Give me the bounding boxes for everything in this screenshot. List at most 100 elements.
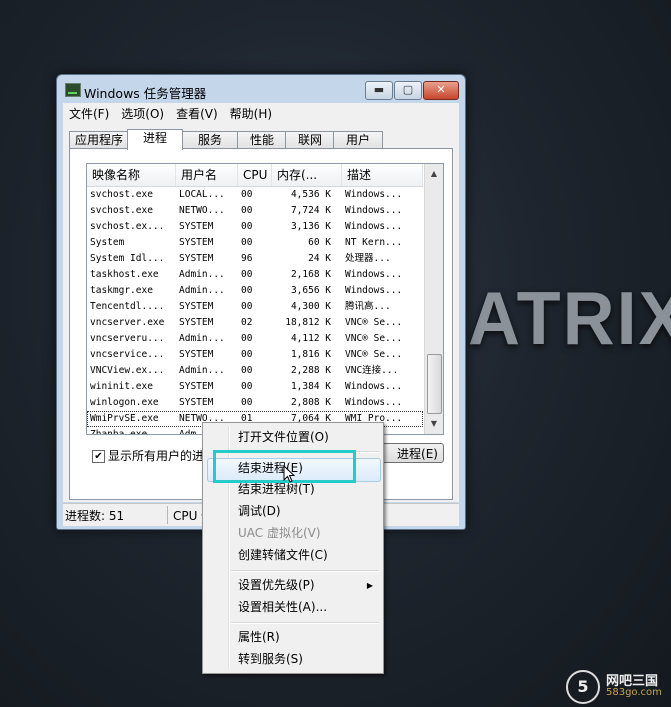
cell-image-name: Tencentdl.... <box>90 301 165 312</box>
status-separator <box>167 506 168 524</box>
col-description[interactable]: 描述 <box>342 164 423 186</box>
cell-memory: 4,536 K <box>290 189 331 200</box>
menu-bar: 文件(F) 选项(O) 查看(V) 帮助(H) <box>63 103 459 123</box>
cell-image-name: svchost.ex... <box>90 221 165 232</box>
cell-image-name: winlogon.exe <box>90 397 159 408</box>
scroll-thumb[interactable] <box>427 354 442 414</box>
table-row[interactable]: VNCView.ex... Admin... 00 2,288 K VNC连接... <box>87 363 423 379</box>
cell-cpu: 00 <box>241 237 253 248</box>
table-row[interactable]: System Idl... SYSTEM 96 24 K 处理器... <box>87 251 423 267</box>
cell-image-name: svchost.exe <box>90 205 153 216</box>
cell-image-name: vncserver.exe <box>90 317 165 328</box>
col-image-name[interactable]: 映像名称 <box>87 164 176 186</box>
cell-memory: 1,384 K <box>290 381 331 392</box>
cell-image-name: WmiPrvSE.exe <box>90 413 159 424</box>
tab-applications[interactable]: 应用程序 <box>69 131 129 149</box>
vertical-scrollbar[interactable]: ▲ ▼ <box>424 164 443 434</box>
scroll-down-arrow-icon[interactable]: ▼ <box>425 416 443 432</box>
col-memory[interactable]: 内存(... <box>272 164 342 186</box>
scroll-up-arrow-icon[interactable]: ▲ <box>425 166 443 182</box>
close-button[interactable]: ✕ <box>423 81 459 100</box>
table-row[interactable]: System SYSTEM 00 60 K NT Kern... <box>87 235 423 251</box>
table-row[interactable]: vncserver.exe SYSTEM 02 18,812 K VNC® Se... <box>87 315 423 331</box>
cell-username: SYSTEM <box>179 397 214 408</box>
tab-performance[interactable]: 性能 <box>237 131 287 149</box>
cell-description: VNC® Se... <box>345 349 403 360</box>
submenu-arrow-icon: ▶ <box>366 581 373 590</box>
show-all-users-label[interactable]: 显示所有用户的进程 <box>108 447 216 464</box>
tab-networking[interactable]: 联网 <box>285 131 335 149</box>
cell-cpu: 96 <box>241 253 253 264</box>
cell-image-name: vncservice... <box>90 349 165 360</box>
table-row[interactable]: vncserveru... Admin... 00 4,112 K VNC® Se... <box>87 331 423 347</box>
cell-memory: 3,136 K <box>290 221 331 232</box>
table-row[interactable]: vncservice... SYSTEM 00 1,816 K VNC® Se... <box>87 347 423 363</box>
col-username[interactable]: 用户名 <box>176 164 238 186</box>
menu-item-set-priority[interactable]: 设置优先级(P) <box>238 575 315 595</box>
menu-options[interactable]: 选项(O) <box>115 103 170 122</box>
cell-description: Windows... <box>345 397 403 408</box>
cell-description: Windows... <box>345 269 403 280</box>
minimize-button[interactable]: ▬ <box>365 81 393 100</box>
cell-cpu: 00 <box>241 205 253 216</box>
menu-item-set-affinity[interactable]: 设置相关性(A)... <box>238 597 327 617</box>
menu-item-go-to-service[interactable]: 转到服务(S) <box>238 649 303 669</box>
cell-image-name: svchost.exe <box>90 189 153 200</box>
watermark-logo: 5 <box>566 670 600 704</box>
table-row[interactable]: svchost.ex... SYSTEM 00 3,136 K Windows... <box>87 219 423 235</box>
table-row[interactable]: taskmgr.exe Admin... 00 3,656 K Windows... <box>87 283 423 299</box>
menu-help[interactable]: 帮助(H) <box>224 103 278 122</box>
cell-description: Windows... <box>345 285 403 296</box>
menu-separator <box>231 570 379 572</box>
cell-image-name: Zhanba.exe... <box>90 429 165 435</box>
maximize-button[interactable]: ▢ <box>394 81 422 100</box>
cell-description: VNC® Se... <box>345 333 403 344</box>
menu-view[interactable]: 查看(V) <box>170 103 224 122</box>
cell-username: SYSTEM <box>179 349 214 360</box>
cell-image-name: taskmgr.exe <box>90 285 153 296</box>
tab-processes[interactable]: 进程 <box>127 129 183 150</box>
cell-username: Admin... <box>179 269 225 280</box>
cell-username: SYSTEM <box>179 221 214 232</box>
table-row[interactable]: taskhost.exe Admin... 00 2,168 K Windows... <box>87 267 423 283</box>
table-row[interactable]: Tencentdl.... SYSTEM 00 4,300 K 腾讯高... <box>87 299 423 315</box>
table-row[interactable]: svchost.exe LOCAL... 00 4,536 K Windows... <box>87 187 423 203</box>
col-cpu[interactable]: CPU <box>238 164 272 186</box>
cell-username: SYSTEM <box>179 381 214 392</box>
menu-item-debug[interactable]: 调试(D) <box>238 501 281 521</box>
cell-description: 处理器... <box>345 253 391 264</box>
tab-users[interactable]: 用户 <box>333 131 383 149</box>
cell-username: NETWO... <box>179 205 225 216</box>
title-bar[interactable]: Windows 任务管理器 ▬ ▢ ✕ <box>57 75 465 103</box>
column-header: 映像名称 用户名 CPU 内存(... 描述 <box>87 164 423 187</box>
end-process-button[interactable]: 进程(E) <box>376 443 444 463</box>
cell-username: SYSTEM <box>179 237 214 248</box>
menu-file[interactable]: 文件(F) <box>63 103 115 122</box>
menu-item-properties[interactable]: 属性(R) <box>238 627 280 647</box>
cell-description: VNC连接... <box>345 365 399 376</box>
process-list[interactable]: 映像名称 用户名 CPU 内存(... 描述 svchost.exe LOCAL.… <box>86 163 444 435</box>
cell-username: Admin... <box>179 365 225 376</box>
cell-description: NT Kern... <box>345 237 403 248</box>
cell-image-name: System Idl... <box>90 253 165 264</box>
cell-description: Windows... <box>345 189 403 200</box>
cell-username: LOCAL... <box>179 189 225 200</box>
cell-username: Admin... <box>179 285 225 296</box>
cell-description: VNC® Se... <box>345 317 403 328</box>
table-row[interactable]: wininit.exe SYSTEM 00 1,384 K Windows... <box>87 379 423 395</box>
cell-memory: 24 K <box>308 253 331 264</box>
watermark-url: 583go.com <box>606 687 662 698</box>
menu-item-create-dump-file[interactable]: 创建转储文件(C) <box>238 545 328 565</box>
table-row[interactable]: winlogon.exe SYSTEM 00 2,808 K Windows... <box>87 395 423 411</box>
table-row[interactable]: svchost.exe NETWO... 00 7,724 K Windows... <box>87 203 423 219</box>
cell-image-name: VNCView.ex... <box>90 365 165 376</box>
cell-memory: 7,724 K <box>290 205 331 216</box>
tab-services[interactable]: 服务 <box>181 131 239 149</box>
cell-memory: 1,816 K <box>290 349 331 360</box>
menu-item-open-file-location[interactable]: 打开文件位置(O) <box>238 427 329 447</box>
menu-separator <box>231 622 379 624</box>
menu-item-uac-virtualization: UAC 虚拟化(V) <box>238 526 321 540</box>
cell-cpu: 00 <box>241 285 253 296</box>
show-all-users-checkbox[interactable]: ✔ <box>92 450 105 463</box>
cell-cpu: 00 <box>241 333 253 344</box>
